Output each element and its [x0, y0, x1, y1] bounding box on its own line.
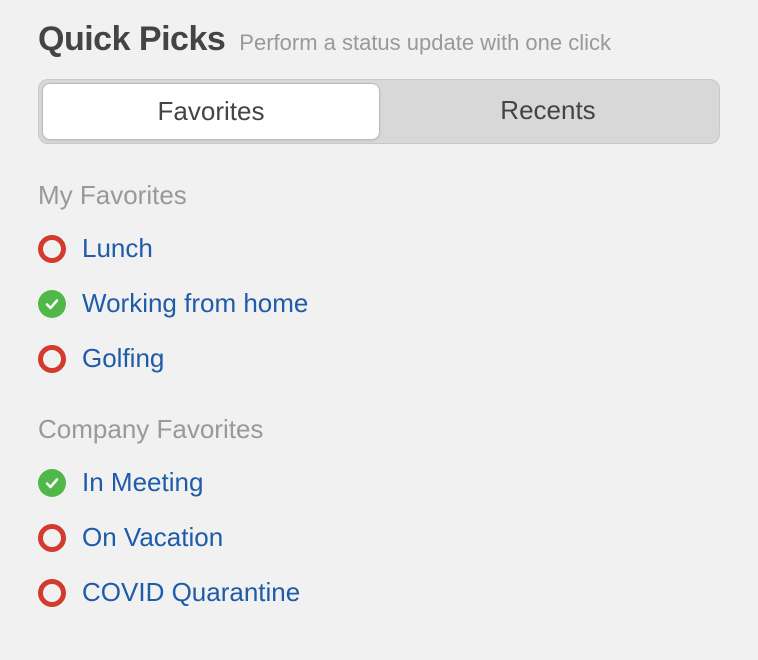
tab-favorites[interactable]: Favorites: [42, 83, 380, 140]
status-item-lunch[interactable]: Lunch: [38, 233, 720, 264]
status-label: Golfing: [82, 343, 164, 374]
status-ring-icon: [38, 235, 66, 263]
status-ring-icon: [38, 345, 66, 373]
status-ring-icon: [38, 524, 66, 552]
tab-label: Favorites: [158, 96, 265, 126]
section-title: Company Favorites: [38, 414, 720, 445]
status-item-in-meeting[interactable]: In Meeting: [38, 467, 720, 498]
status-check-icon: [38, 290, 66, 318]
page-subtitle: Perform a status update with one click: [239, 30, 611, 56]
tab-recents[interactable]: Recents: [380, 83, 716, 140]
status-item-golfing[interactable]: Golfing: [38, 343, 720, 374]
status-label: COVID Quarantine: [82, 577, 300, 608]
status-label: On Vacation: [82, 522, 223, 553]
status-label: In Meeting: [82, 467, 203, 498]
section-title: My Favorites: [38, 180, 720, 211]
status-item-working-from-home[interactable]: Working from home: [38, 288, 720, 319]
status-item-on-vacation[interactable]: On Vacation: [38, 522, 720, 553]
status-label: Lunch: [82, 233, 153, 264]
header: Quick Picks Perform a status update with…: [38, 20, 720, 59]
tab-label: Recents: [500, 95, 595, 125]
status-ring-icon: [38, 579, 66, 607]
page-title: Quick Picks: [38, 20, 225, 59]
status-check-icon: [38, 469, 66, 497]
status-label: Working from home: [82, 288, 308, 319]
status-item-covid-quarantine[interactable]: COVID Quarantine: [38, 577, 720, 608]
tabs-container: Favorites Recents: [38, 79, 720, 144]
section-my-favorites: My Favorites Lunch Working from home Gol…: [38, 180, 720, 374]
section-company-favorites: Company Favorites In Meeting On Vacation…: [38, 414, 720, 608]
